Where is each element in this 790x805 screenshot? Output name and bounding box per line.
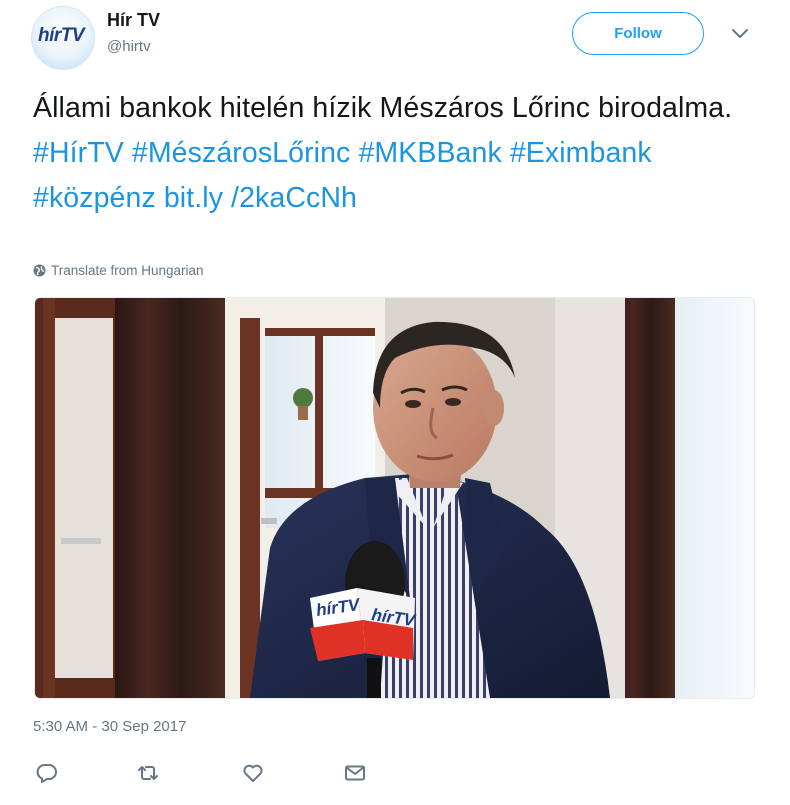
heart-icon[interactable] xyxy=(241,761,265,785)
follow-button[interactable]: Follow xyxy=(572,12,704,55)
globe-icon xyxy=(33,264,46,277)
tweet-text-segment xyxy=(502,137,510,169)
avatar[interactable]: hírTV xyxy=(31,6,95,70)
url-link[interactable]: bit.ly /2kaCcNh xyxy=(164,182,357,214)
reply-icon[interactable] xyxy=(35,761,59,785)
user-handle[interactable]: @hirtv xyxy=(107,38,151,55)
tweet-text-segment: Állami bankok hitelén hízik Mészáros Lőr… xyxy=(33,92,733,124)
hashtag-link[interactable]: #MészárosLőrinc xyxy=(132,137,351,169)
tweet-timestamp[interactable]: 5:30 AM - 30 Sep 2017 xyxy=(33,718,186,735)
translate-label: Translate from Hungarian xyxy=(51,263,204,278)
hashtag-link[interactable]: #HírTV xyxy=(33,137,124,169)
tweet-text-segment xyxy=(124,137,132,169)
tweet-text-segment xyxy=(156,182,164,214)
avatar-logo-text: hírTV xyxy=(38,25,85,46)
photo-scene: hírTV hírTV xyxy=(35,298,754,698)
display-name[interactable]: Hír TV xyxy=(107,10,160,31)
envelope-icon[interactable] xyxy=(343,761,367,785)
hashtag-link[interactable]: #Eximbank xyxy=(510,137,652,169)
translate-link[interactable]: Translate from Hungarian xyxy=(33,263,204,278)
chevron-down-icon[interactable] xyxy=(730,26,750,42)
retweet-icon[interactable] xyxy=(136,761,160,785)
hashtag-link[interactable]: #közpénz xyxy=(33,182,156,214)
tweet-photo[interactable]: hírTV hírTV xyxy=(34,297,755,699)
tweet-text: Állami bankok hitelén hízik Mészáros Lőr… xyxy=(33,86,753,221)
avatar-logo: hírTV xyxy=(38,25,85,47)
hashtag-link[interactable]: #MKBBank xyxy=(358,137,501,169)
